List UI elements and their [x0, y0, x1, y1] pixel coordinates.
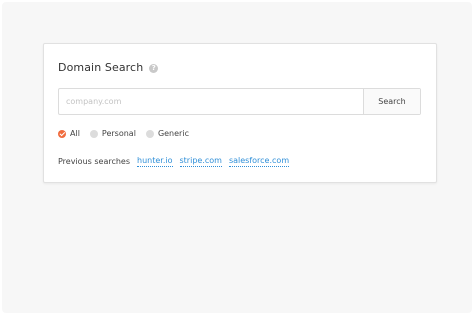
search-bar: Search: [58, 88, 421, 115]
page-background: Domain Search ? Search All Personal G: [2, 2, 472, 313]
previous-searches-label: Previous searches: [58, 157, 131, 166]
previous-search-link-hunter[interactable]: hunter.io: [137, 156, 173, 167]
email-type-filter: All Personal Generic: [58, 129, 199, 138]
search-button[interactable]: Search: [363, 89, 420, 114]
help-icon[interactable]: ?: [149, 64, 159, 73]
domain-search-card: Domain Search ? Search All Personal G: [43, 43, 437, 183]
screen: Domain Search ? Search All Personal G: [0, 0, 474, 315]
filter-label: All: [70, 129, 80, 138]
previous-search-link-stripe[interactable]: stripe.com: [179, 156, 222, 167]
page-title: Domain Search: [58, 61, 144, 74]
radio-unchecked-icon[interactable]: [89, 129, 98, 138]
previous-searches: Previous searches hunter.io stripe.com s…: [58, 156, 296, 167]
filter-label: Generic: [157, 129, 189, 138]
filter-option-personal[interactable]: Personal: [89, 129, 136, 138]
filter-option-generic[interactable]: Generic: [145, 129, 189, 138]
filter-option-all[interactable]: All: [58, 129, 80, 138]
previous-search-link-salesforce[interactable]: salesforce.com: [228, 156, 290, 167]
domain-search-input[interactable]: [59, 89, 363, 114]
card-header: Domain Search ?: [58, 61, 159, 74]
radio-unchecked-icon[interactable]: [145, 129, 154, 138]
filter-label: Personal: [101, 129, 136, 138]
radio-checked-icon[interactable]: [58, 129, 66, 138]
